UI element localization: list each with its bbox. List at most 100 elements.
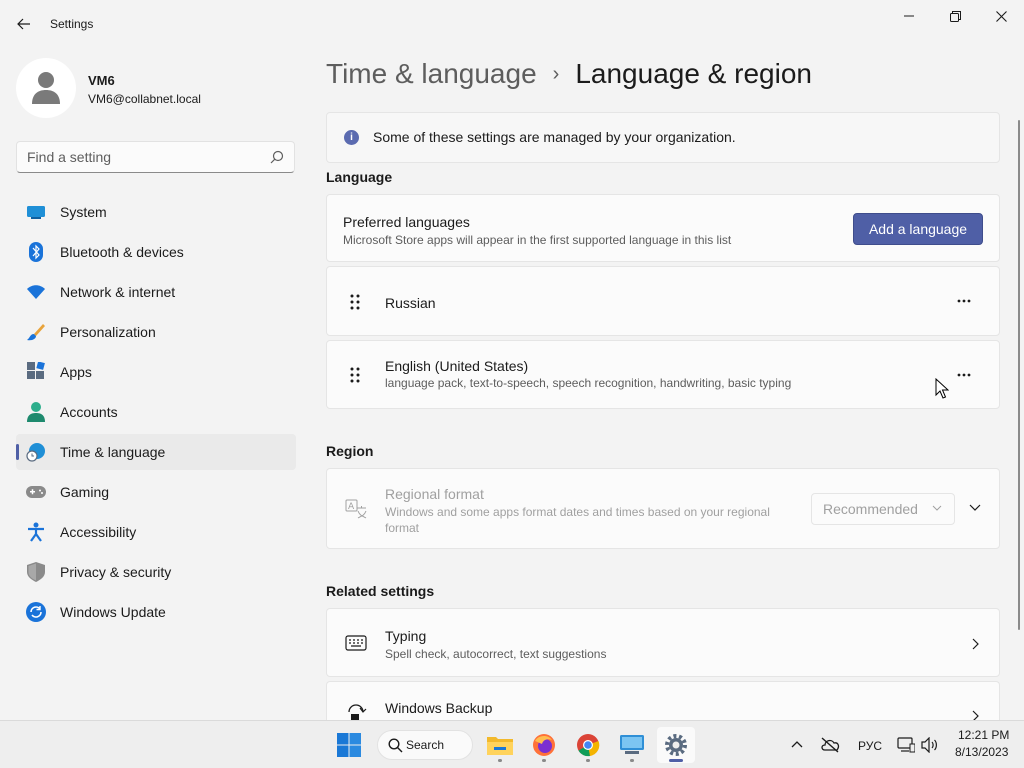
info-icon: i xyxy=(344,130,359,145)
related-item-typing[interactable]: Typing Spell check, autocorrect, text su… xyxy=(326,608,1000,677)
sidebar-item-apps[interactable]: Apps xyxy=(16,354,296,390)
regional-format-subtitle: Windows and some apps format dates and t… xyxy=(385,505,770,535)
person-icon xyxy=(26,402,46,422)
active-indicator xyxy=(669,759,683,762)
app-title: Settings xyxy=(50,17,94,31)
language-name: English (United States) xyxy=(385,358,529,374)
network-wired-icon[interactable] xyxy=(897,737,915,753)
more-options-button[interactable] xyxy=(949,363,979,387)
remote-desktop-icon xyxy=(620,735,644,754)
language-item-english[interactable]: English (United States) language pack, t… xyxy=(326,340,1000,409)
input-language-indicator[interactable]: РУС xyxy=(858,739,882,753)
breadcrumb-parent[interactable]: Time & language xyxy=(326,58,537,90)
brush-icon xyxy=(26,322,46,342)
minimize-icon xyxy=(904,15,914,17)
page-title: Language & region xyxy=(575,58,812,89)
mouse-cursor-icon xyxy=(935,378,949,399)
related-item-subtitle: Spell check, autocorrect, text suggestio… xyxy=(385,647,607,661)
language-section-title: Language xyxy=(326,169,393,185)
related-item-windows-backup[interactable]: Windows Backup xyxy=(326,681,1000,720)
chevron-up-icon[interactable] xyxy=(791,740,803,748)
dropdown-value: Recommended xyxy=(823,501,918,517)
chevron-right-icon xyxy=(972,638,979,650)
taskbar-remote-desktop[interactable] xyxy=(613,727,651,763)
running-indicator xyxy=(630,759,634,762)
folder-icon xyxy=(487,737,513,755)
region-section-title: Region xyxy=(326,443,374,459)
related-item-title: Typing xyxy=(385,628,427,644)
regional-format-dropdown[interactable]: Recommended xyxy=(811,493,955,525)
user-profile[interactable]: VM6 VM6@collabnet.local xyxy=(16,58,296,118)
gamepad-icon xyxy=(26,482,46,502)
bluetooth-icon xyxy=(26,242,46,262)
sidebar-item-gaming[interactable]: Gaming xyxy=(16,474,296,510)
sidebar-item-time-language[interactable]: Time & language xyxy=(16,434,296,470)
monitor-icon xyxy=(26,202,46,222)
more-options-button[interactable] xyxy=(949,289,979,313)
shield-icon xyxy=(26,562,46,582)
sidebar-item-label: System xyxy=(60,204,107,220)
expand-chevron-icon[interactable] xyxy=(969,503,981,513)
sidebar-item-label: Apps xyxy=(60,364,92,380)
sidebar-item-accounts[interactable]: Accounts xyxy=(16,394,296,430)
title-bar: Settings xyxy=(0,0,1024,48)
back-arrow-icon xyxy=(17,18,30,30)
sidebar-item-label: Privacy & security xyxy=(60,564,172,580)
sidebar-item-system[interactable]: System xyxy=(16,194,296,230)
sidebar-item-windows-update[interactable]: Windows Update xyxy=(16,594,296,630)
search-box[interactable] xyxy=(16,141,295,173)
sidebar-item-bluetooth[interactable]: Bluetooth & devices xyxy=(16,234,296,270)
cloud-offline-icon[interactable] xyxy=(820,737,840,753)
drag-handle-icon[interactable] xyxy=(349,293,361,311)
running-indicator xyxy=(498,759,502,762)
add-language-button[interactable]: Add a language xyxy=(853,213,983,245)
chevron-right-icon xyxy=(972,710,979,720)
svg-text:A: A xyxy=(348,502,355,512)
language-format-icon: A xyxy=(345,499,367,519)
sidebar-item-personalization[interactable]: Personalization xyxy=(16,314,296,350)
taskbar-file-explorer[interactable] xyxy=(481,727,519,763)
chrome-icon xyxy=(577,734,600,757)
taskbar-search[interactable]: Search xyxy=(377,730,473,760)
clock-date[interactable]: 8/13/2023 xyxy=(955,745,1008,759)
backup-icon xyxy=(348,704,367,720)
apps-icon xyxy=(26,362,46,382)
taskbar-firefox[interactable] xyxy=(525,727,563,763)
taskbar-chrome[interactable] xyxy=(569,727,607,763)
volume-icon[interactable] xyxy=(921,737,939,753)
sidebar-item-label: Network & internet xyxy=(60,284,176,300)
language-item-russian[interactable]: Russian xyxy=(326,266,1000,336)
sidebar-item-accessibility[interactable]: Accessibility xyxy=(16,514,296,550)
firefox-icon xyxy=(533,734,555,756)
language-name: Russian xyxy=(385,295,436,311)
update-icon xyxy=(26,602,46,622)
regional-format-card[interactable]: A Regional format Windows and some apps … xyxy=(326,468,1000,549)
scrollbar[interactable] xyxy=(1018,120,1020,630)
globe-clock-icon xyxy=(26,442,46,462)
accessibility-icon xyxy=(26,522,46,542)
sidebar-item-label: Accessibility xyxy=(60,524,137,540)
maximize-button[interactable] xyxy=(932,4,978,28)
sidebar-item-label: Time & language xyxy=(60,444,166,460)
search-icon xyxy=(388,738,403,753)
close-button[interactable] xyxy=(978,4,1024,28)
sidebar-item-network[interactable]: Network & internet xyxy=(16,274,296,310)
close-icon xyxy=(995,10,1007,22)
taskbar-search-label: Search xyxy=(406,738,445,752)
back-button[interactable] xyxy=(12,12,36,36)
user-avatar-icon xyxy=(32,72,60,104)
minimize-button[interactable] xyxy=(886,4,932,28)
chevron-down-icon xyxy=(932,505,942,511)
sidebar-item-privacy[interactable]: Privacy & security xyxy=(16,554,296,590)
gear-icon xyxy=(665,734,687,756)
drag-handle-icon[interactable] xyxy=(349,366,361,384)
taskbar-settings[interactable] xyxy=(657,727,695,763)
start-button[interactable] xyxy=(330,727,368,763)
preferred-languages-card: Preferred languages Microsoft Store apps… xyxy=(326,194,1000,262)
profile-email: VM6@collabnet.local xyxy=(88,92,201,106)
sidebar-nav: System Bluetooth & devices Network & int… xyxy=(16,194,296,634)
wifi-icon xyxy=(26,282,46,302)
clock-time[interactable]: 12:21 PM xyxy=(958,728,1009,742)
sidebar-item-label: Windows Update xyxy=(60,604,166,620)
search-input[interactable] xyxy=(27,149,257,165)
